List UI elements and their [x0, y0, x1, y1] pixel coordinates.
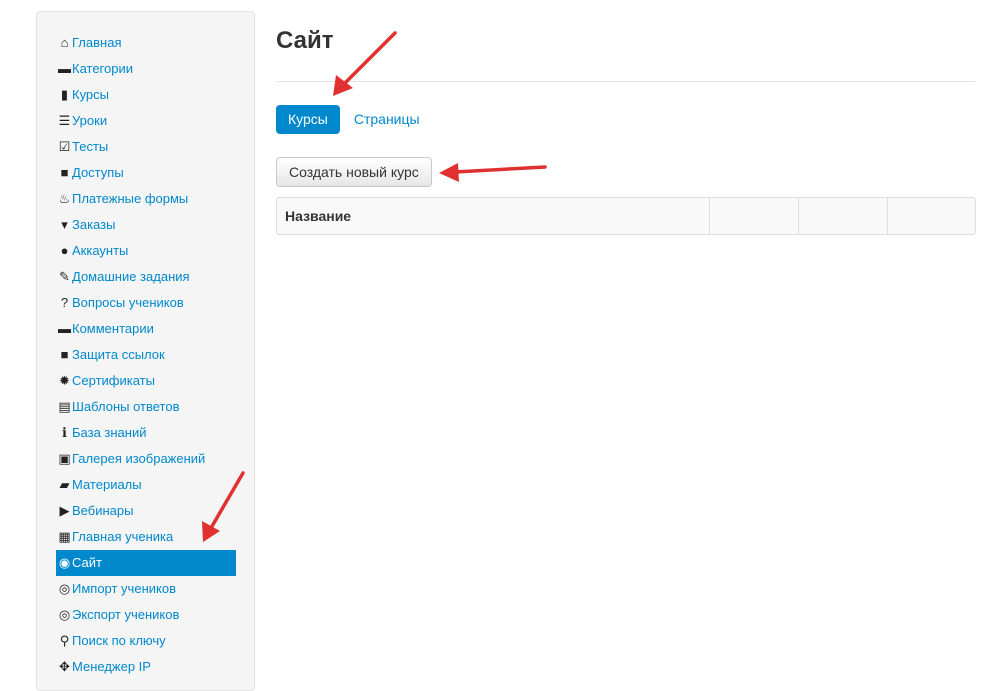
th-large-icon: ▦	[58, 529, 71, 544]
globe-icon: ◉	[58, 555, 71, 570]
sidebar-item-label: Главная ученика	[72, 529, 174, 544]
picture-icon: ▣	[58, 451, 71, 466]
sidebar-item[interactable]: ✹ Сертификаты	[56, 368, 236, 394]
sidebar-item-label: Тесты	[72, 139, 109, 154]
sidebar-item[interactable]: ▤ Шаблоны ответов	[56, 394, 236, 420]
sidebar-item-label: Шаблоны ответов	[72, 399, 180, 414]
user-icon: ●	[60, 243, 69, 258]
sidebar-item[interactable]: ⚲ Поиск по ключу	[56, 628, 236, 654]
sidebar: ⌂ Главная ▬ Категории ▮ Курсы ☰ Уроки ☑ Тесты ■ Дос…	[36, 11, 255, 691]
sidebar-item-label: Галерея изображений	[72, 451, 206, 466]
column-header	[709, 198, 798, 234]
sidebar-item[interactable]: ■ Защита ссылок	[56, 342, 236, 368]
lock-icon: ■	[60, 165, 69, 180]
tabs: Курсы Страницы	[276, 105, 434, 134]
annotation-arrowhead-button	[439, 163, 459, 182]
sidebar-item[interactable]: ▰ Материалы	[56, 472, 236, 498]
sidebar-item-label: Экспорт учеников	[72, 607, 180, 622]
sidebar-item[interactable]: ◎ Экспорт учеников	[56, 602, 236, 628]
sidebar-item-label: База знаний	[72, 425, 147, 440]
sidebar-item[interactable]: ✎ Домашние задания	[56, 264, 236, 290]
sidebar-item[interactable]: ? Вопросы учеников	[56, 290, 236, 316]
sidebar-item[interactable]: ▬ Категории	[56, 56, 236, 82]
sidebar-item[interactable]: ◎ Импорт учеников	[56, 576, 236, 602]
comment-icon: ▬	[58, 321, 71, 336]
sidebar-item[interactable]: ● Аккаунты	[56, 238, 236, 264]
annotation-arrowhead-tabs	[333, 75, 353, 96]
edit-icon: ☑	[58, 139, 71, 154]
sidebar-item[interactable]: ■ Доступы	[56, 160, 236, 186]
column-header-name: Название	[285, 208, 352, 224]
sidebar-item[interactable]: ◉ Сайт	[56, 550, 236, 576]
upload-circle-icon: ◎	[58, 581, 71, 596]
sidebar-item-label: Вопросы учеников	[72, 295, 184, 310]
sidebar-item[interactable]: ▶ Вебинары	[56, 498, 236, 524]
sidebar-item-label: Платежные формы	[72, 191, 189, 206]
sidebar-item[interactable]: ▦ Главная ученика	[56, 524, 236, 550]
move-icon: ✥	[59, 659, 70, 674]
sidebar-item-label: Заказы	[72, 217, 116, 232]
play-icon: ▶	[59, 503, 70, 518]
sidebar-item-label: Поиск по ключу	[72, 633, 166, 648]
certificate-icon: ✹	[59, 373, 70, 388]
sidebar-item[interactable]: ☰ Уроки	[56, 108, 236, 134]
sidebar-item-label: Защита ссылок	[72, 347, 165, 362]
sidebar-item[interactable]: ▮ Курсы	[56, 82, 236, 108]
sidebar-item[interactable]: ▣ Галерея изображений	[56, 446, 236, 472]
question-icon: ?	[60, 295, 69, 310]
folder-icon: ▬	[58, 61, 71, 76]
home-icon: ⌂	[60, 35, 69, 50]
create-course-button[interactable]: Создать новый курс	[276, 157, 432, 187]
sidebar-item[interactable]: ℹ База знаний	[56, 420, 236, 446]
download-circle-icon: ◎	[58, 607, 71, 622]
sidebar-item-label: Комментарии	[72, 321, 154, 336]
annotation-arrow-button	[453, 165, 547, 174]
sidebar-item[interactable]: ⌂ Главная	[56, 30, 236, 56]
sidebar-item-label: Менеджер IP	[72, 659, 151, 674]
sidebar-item-label: Материалы	[72, 477, 142, 492]
tab-pages[interactable]: Страницы	[342, 105, 432, 134]
table-header-row: Название	[277, 198, 975, 234]
courses-table: Название	[276, 197, 976, 235]
info-icon: ℹ	[62, 425, 67, 440]
sidebar-item-label: Уроки	[72, 113, 108, 128]
lock-icon: ■	[60, 347, 69, 362]
list-alt-icon: ▤	[58, 399, 71, 414]
sidebar-item-label: Доступы	[72, 165, 124, 180]
column-header	[798, 198, 887, 234]
sidebar-item-label: Аккаунты	[72, 243, 129, 258]
cart-icon: ▾	[61, 217, 68, 232]
page-title: Сайт	[276, 27, 334, 54]
tab-courses[interactable]: Курсы	[276, 105, 340, 134]
sidebar-item-label: Курсы	[72, 87, 110, 102]
sidebar-item[interactable]: ☑ Тесты	[56, 134, 236, 160]
sidebar-item[interactable]: ♨ Платежные формы	[56, 186, 236, 212]
book-icon: ▮	[60, 87, 69, 102]
sidebar-item-label: Вебинары	[72, 503, 134, 518]
sidebar-item-label: Главная	[72, 35, 122, 50]
sidebar-item-label: Сертификаты	[72, 373, 155, 388]
sidebar-menu: ⌂ Главная ▬ Категории ▮ Курсы ☰ Уроки ☑ Тесты ■ Дос…	[56, 30, 236, 680]
sidebar-item-label: Импорт учеников	[72, 581, 176, 596]
sidebar-item-label: Домашние задания	[72, 269, 190, 284]
list-icon: ☰	[58, 113, 71, 128]
annotation-arrow-tabs	[341, 31, 397, 87]
fire-icon: ♨	[58, 191, 71, 206]
sidebar-item[interactable]: ▾ Заказы	[56, 212, 236, 238]
sidebar-item-label: Категории	[72, 61, 133, 76]
search-icon: ⚲	[59, 633, 70, 648]
title-divider	[276, 81, 975, 82]
column-header	[887, 198, 975, 234]
sidebar-item[interactable]: ▬ Комментарии	[56, 316, 236, 342]
sidebar-item-label: Сайт	[72, 555, 102, 570]
pencil-icon: ✎	[59, 269, 70, 284]
briefcase-icon: ▰	[59, 477, 70, 492]
sidebar-item[interactable]: ✥ Менеджер IP	[56, 654, 236, 680]
